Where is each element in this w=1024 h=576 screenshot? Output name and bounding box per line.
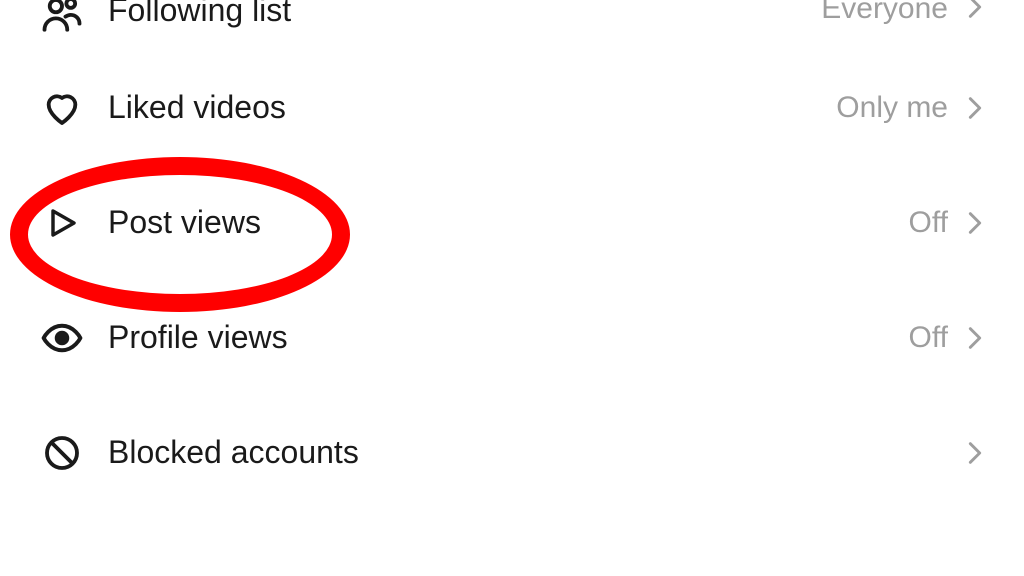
setting-following-list[interactable]: Following list Everyone <box>0 0 1024 50</box>
setting-value: Only me <box>836 91 948 125</box>
people-icon <box>40 0 84 36</box>
block-icon <box>40 431 84 475</box>
setting-label: Following list <box>108 0 821 29</box>
setting-post-views[interactable]: Post views Off <box>0 165 1024 280</box>
privacy-settings-list: Following list Everyone Liked videos Onl… <box>0 0 1024 510</box>
setting-value: Off <box>909 321 948 355</box>
setting-profile-views[interactable]: Profile views Off <box>0 280 1024 395</box>
setting-label: Liked videos <box>108 89 836 126</box>
setting-label: Profile views <box>108 319 909 356</box>
setting-value: Everyone <box>821 0 948 26</box>
heart-icon <box>40 86 84 130</box>
eye-icon <box>40 316 84 360</box>
chevron-right-icon <box>966 208 984 238</box>
play-icon <box>40 201 84 245</box>
setting-blocked-accounts[interactable]: Blocked accounts <box>0 395 1024 510</box>
chevron-right-icon <box>966 323 984 353</box>
setting-liked-videos[interactable]: Liked videos Only me <box>0 50 1024 165</box>
setting-label: Blocked accounts <box>108 434 948 471</box>
chevron-right-icon <box>966 0 984 22</box>
chevron-right-icon <box>966 93 984 123</box>
setting-value: Off <box>909 206 948 240</box>
chevron-right-icon <box>966 438 984 468</box>
setting-label: Post views <box>108 204 909 241</box>
